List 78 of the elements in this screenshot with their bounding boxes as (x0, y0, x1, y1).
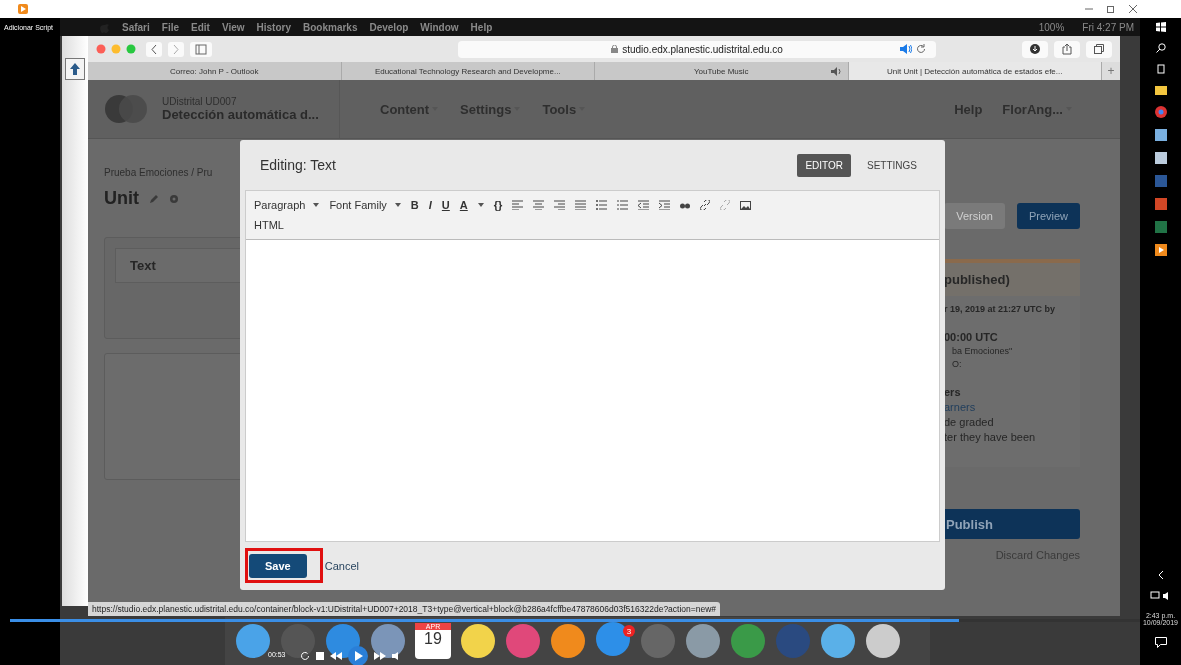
status-text: ers (944, 386, 962, 398)
quote-icon[interactable] (680, 201, 691, 209)
upload-document-icon[interactable] (65, 58, 85, 80)
menu-item[interactable]: Bookmarks (303, 21, 358, 33)
menu-item[interactable]: File (161, 21, 180, 33)
status-text: O: (951, 359, 963, 369)
status-text: de graded (944, 416, 995, 428)
align-icon[interactable] (554, 200, 566, 210)
mode-tab[interactable]: SETTINGS (859, 153, 925, 177)
fast-forward-icon[interactable] (374, 652, 386, 660)
notification-badge: 3 (623, 625, 635, 637)
menu-item[interactable]: Develop (369, 21, 409, 33)
caret-icon (477, 203, 484, 207)
player-icon[interactable] (1154, 244, 1167, 256)
tabs-button[interactable] (1086, 40, 1112, 58)
format-button[interactable]: I (428, 199, 432, 211)
menu-item[interactable]: History (256, 21, 291, 33)
bullet-list-icon[interactable] (596, 200, 608, 210)
download-button[interactable] (1022, 40, 1048, 58)
repeat-icon[interactable] (300, 651, 310, 661)
logo-icon (104, 94, 148, 124)
status-url: https://studio.edx.planestic.udistrital.edu.co/container/block-v1:UDistrital+UD007+2018_T3+type@vertical+block@b286a4fcffbe47878606d03f516322de?action=new# (88, 602, 721, 616)
status-text: r 19, 2019 at 21:27 UTC by (944, 304, 1057, 314)
back-icon[interactable] (146, 41, 162, 57)
menu-item[interactable]: Help (470, 21, 493, 33)
numbered-list-icon[interactable] (617, 200, 629, 210)
address-field[interactable]: studio.edx.planestic.udistrital.edu.co (458, 40, 936, 58)
align-icon[interactable] (512, 200, 524, 210)
close-icon[interactable] (1129, 5, 1137, 13)
save-button[interactable]: Save (249, 554, 307, 578)
play-icon[interactable] (348, 646, 368, 665)
outdent-icon[interactable] (638, 200, 650, 210)
battery-percent: 100% (1038, 21, 1065, 33)
video-progress-bar[interactable] (10, 619, 1140, 622)
indent-icon[interactable] (659, 200, 671, 210)
align-icon[interactable] (533, 200, 545, 210)
lock-icon (611, 45, 619, 53)
format-button[interactable]: B (410, 199, 419, 211)
app-icon (18, 4, 28, 14)
rewind-icon[interactable] (330, 652, 342, 660)
mode-tab[interactable]: EDITOR (797, 153, 851, 177)
caret-icon (313, 203, 320, 207)
menu-item[interactable]: Window (420, 21, 459, 33)
sidebar-button[interactable]: Preview (1016, 203, 1080, 229)
link-icon[interactable] (700, 200, 711, 210)
speaker-icon[interactable] (830, 66, 842, 76)
speaker-icon[interactable] (900, 44, 912, 54)
status-text: 00:00 UTC (944, 331, 999, 343)
format-button[interactable]: U (441, 199, 450, 211)
tabs-icon (1094, 44, 1104, 54)
image-icon[interactable] (740, 200, 752, 210)
format-dropdown[interactable]: Paragraph (254, 199, 306, 211)
format-button[interactable]: A (459, 199, 468, 211)
share-icon (1062, 43, 1072, 55)
menu-clock: Fri 4:27 PM (1082, 21, 1134, 33)
restore-icon[interactable] (1107, 5, 1115, 13)
align-icon[interactable] (575, 200, 587, 210)
status-text: ter they have been (944, 431, 1037, 443)
browser-tab[interactable]: Unit Unit | Detección automática de estados efe... (848, 62, 1102, 80)
cancel-link[interactable]: Cancel (324, 560, 359, 572)
unit-title: Unit (104, 188, 139, 209)
code-button[interactable]: {} (493, 199, 503, 211)
sidebar-icon[interactable] (190, 41, 212, 57)
search-icon[interactable] (1155, 43, 1166, 53)
new-tab-button[interactable]: + (1102, 62, 1120, 80)
download-icon (1030, 44, 1040, 54)
html-button[interactable]: HTML (254, 219, 284, 231)
font-dropdown[interactable]: Font Family (329, 199, 387, 211)
task-view-icon[interactable] (1155, 64, 1166, 74)
dialog-title: Editing: Text (260, 157, 337, 173)
caret-icon (394, 203, 401, 207)
chevron-icon[interactable] (1157, 570, 1164, 580)
menu-item[interactable]: Safari (122, 21, 150, 33)
menu-item[interactable]: View (221, 21, 245, 33)
reload-icon[interactable] (916, 44, 926, 54)
notification-icon[interactable] (1154, 637, 1167, 648)
menu-item[interactable]: Edit (191, 21, 210, 33)
windows-icon[interactable] (1155, 22, 1166, 32)
